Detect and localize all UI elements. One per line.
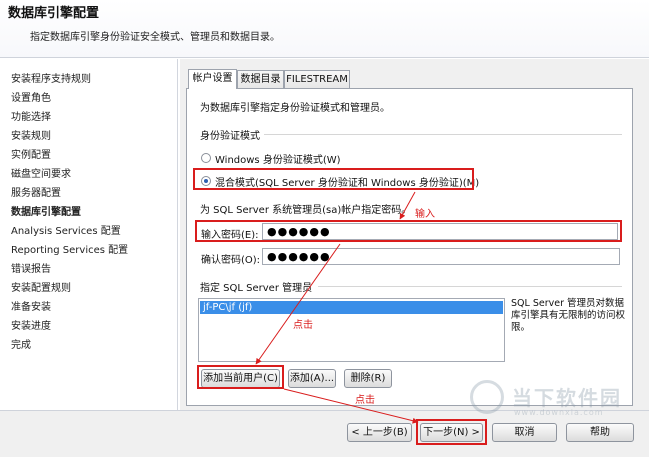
sidebar-item-instance-configuration[interactable]: 实例配置 bbox=[11, 146, 51, 161]
sidebar-item-complete[interactable]: 完成 bbox=[11, 336, 31, 351]
tab-account-settings[interactable]: 帐户设置 bbox=[188, 69, 237, 89]
help-button[interactable]: 帮助 bbox=[566, 423, 634, 442]
auth-mode-group-divider bbox=[264, 134, 622, 135]
back-button[interactable]: < 上一步(B) bbox=[347, 423, 412, 442]
sidebar-item-reporting-services[interactable]: Reporting Services 配置 bbox=[11, 241, 128, 256]
wizard-steps-sidebar: 安装程序支持规则 设置角色 功能选择 安装规则 实例配置 磁盘空间要求 服务器配… bbox=[0, 59, 178, 410]
admins-group-label: 指定 SQL Server 管理员 bbox=[200, 283, 313, 294]
add-button[interactable]: 添加(A)... bbox=[288, 369, 336, 388]
admins-info-text: SQL Server 管理员对数据库引擎具有无限制的访问权限。 bbox=[511, 298, 626, 333]
watermark-url: www.downxia.com bbox=[514, 408, 604, 417]
confirm-password-field[interactable]: ●●●●●● bbox=[262, 248, 620, 265]
auth-mode-group-label: 身份验证模式 bbox=[200, 131, 260, 142]
sidebar-item-installation-configuration-rules[interactable]: 安装配置规则 bbox=[11, 279, 71, 294]
enter-password-label: 输入密码(E): bbox=[201, 230, 259, 241]
watermark: 当下软件园 www.downxia.com bbox=[470, 378, 640, 420]
watermark-brand: 当下软件园 bbox=[512, 386, 622, 410]
windows-auth-radio[interactable] bbox=[201, 153, 211, 163]
sidebar-item-error-reporting[interactable]: 错误报告 bbox=[11, 260, 51, 275]
mixed-mode-radio[interactable] bbox=[201, 176, 211, 186]
annotation-input: 输入 bbox=[415, 209, 435, 220]
remove-button[interactable]: 删除(R) bbox=[344, 369, 392, 388]
page-title: 数据库引擎配置 bbox=[8, 6, 100, 21]
page-subtitle: 指定数据库引擎身份验证安全模式、管理员和数据目录。 bbox=[30, 32, 280, 43]
page-header: 数据库引擎配置 指定数据库引擎身份验证安全模式、管理员和数据目录。 bbox=[0, 0, 649, 58]
sidebar-item-installation-progress[interactable]: 安装进度 bbox=[11, 317, 51, 332]
sa-password-prompt: 为 SQL Server 系统管理员(sa)帐户指定密码。 bbox=[200, 205, 412, 216]
annotation-click-1: 点击 bbox=[293, 320, 313, 331]
tab-filestream[interactable]: FILESTREAM bbox=[284, 70, 350, 89]
admins-group-divider bbox=[318, 286, 622, 287]
windows-auth-label[interactable]: Windows 身份验证模式(W) bbox=[215, 151, 341, 166]
sql-admins-listbox[interactable]: jf-PC\jf (jf) bbox=[198, 298, 505, 362]
confirm-password-label: 确认密码(O): bbox=[201, 255, 261, 266]
sidebar-item-setup-role[interactable]: 设置角色 bbox=[11, 89, 51, 104]
annotation-click-2: 点击 bbox=[355, 395, 375, 406]
mixed-mode-label[interactable]: 混合模式(SQL Server 身份验证和 Windows 身份验证)(M) bbox=[215, 174, 479, 189]
enter-password-field[interactable]: ●●●●●● bbox=[262, 223, 618, 240]
cancel-button[interactable]: 取消 bbox=[492, 423, 557, 442]
sidebar-item-feature-selection[interactable]: 功能选择 bbox=[11, 108, 51, 123]
sidebar-item-disk-space[interactable]: 磁盘空间要求 bbox=[11, 165, 71, 180]
watermark-logo-icon bbox=[470, 380, 504, 414]
sidebar-item-database-engine-configuration[interactable]: 数据库引擎配置 bbox=[11, 203, 81, 218]
sidebar-item-ready-to-install[interactable]: 准备安装 bbox=[11, 298, 51, 313]
sidebar-item-server-configuration[interactable]: 服务器配置 bbox=[11, 184, 61, 199]
sidebar-item-analysis-services[interactable]: Analysis Services 配置 bbox=[11, 222, 121, 237]
sidebar-item-installation-rules[interactable]: 安装规则 bbox=[11, 127, 51, 142]
list-item[interactable]: jf-PC\jf (jf) bbox=[200, 301, 503, 314]
next-button[interactable]: 下一步(N) > bbox=[420, 423, 483, 442]
tab-data-directories[interactable]: 数据目录 bbox=[237, 70, 284, 89]
add-current-user-button[interactable]: 添加当前用户(C) bbox=[201, 369, 280, 388]
account-description: 为数据库引擎指定身份验证模式和管理员。 bbox=[200, 103, 390, 114]
sidebar-item-setup-support-rules[interactable]: 安装程序支持规则 bbox=[11, 70, 91, 85]
